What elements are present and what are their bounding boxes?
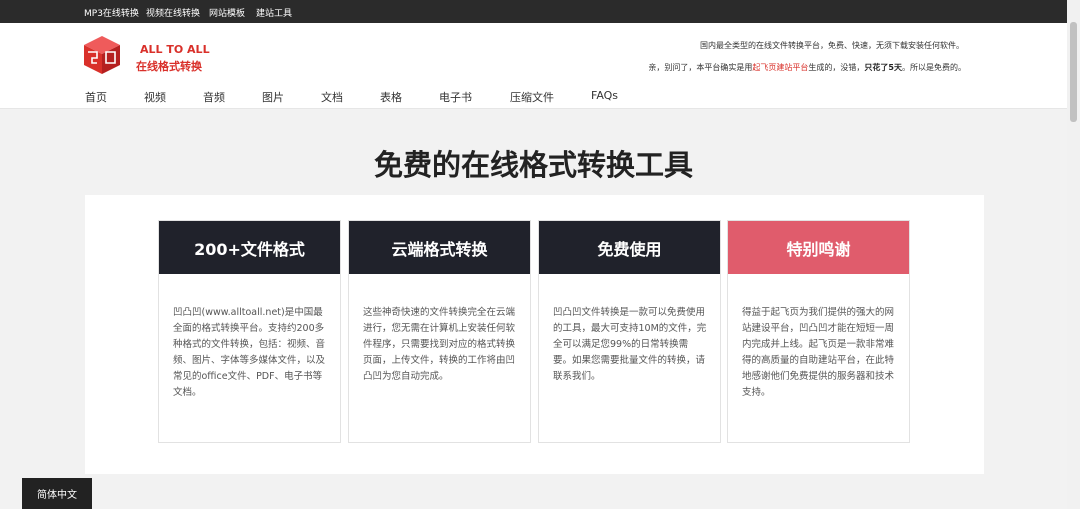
header-tagline: 国内最全类型的在线文件转换平台，免费、快速，无须下载安装任何软件。 [700,41,964,50]
nav-item-faqs[interactable]: FAQs [591,89,618,102]
qifeiye-link[interactable]: 起飞页建站平台 [752,63,808,72]
card-text: 凹凸凹(www.alltoall.net)是中国最全面的格式转换平台。支持约20… [173,307,326,398]
topbar-link-video[interactable]: 视频在线转换 [146,6,200,19]
page-title: 免费的在线格式转换工具 [373,148,693,182]
card-text: 凹凸凹文件转换是一款可以免费使用的工具，最大可支持10M的文件，完全可以满足您9… [553,307,707,382]
card-title: 200+文件格式 [159,221,340,274]
topbar-link-templates[interactable]: 网站模板 [209,6,245,19]
language-switch-button[interactable]: 简体中文 [22,478,92,509]
nav-item-spreadsheet[interactable]: 表格 [380,89,402,105]
feature-card-formats: 200+文件格式 凹凸凹(www.alltoall.net)是中国最全面的格式转… [158,220,341,443]
topbar-link-mp3[interactable]: MP3在线转换 [84,6,139,19]
note-text-bold: 只花了5天 [864,63,902,72]
nav-item-ebook[interactable]: 电子书 [439,89,472,105]
page-scrollbar[interactable] [1067,0,1080,509]
nav-item-image[interactable]: 图片 [262,89,284,105]
nav-item-home[interactable]: 首页 [85,89,107,105]
card-title: 特别鸣谢 [728,221,909,274]
site-header: ALL TO ALL 在线格式转换 国内最全类型的在线文件转换平台，免费、快速，… [0,23,1067,109]
scrollbar-thumb[interactable] [1070,22,1077,122]
header-note: 亲，别问了，本平台确实是用起飞页建站平台生成的，没错，只花了5天。所以是免费的。 [648,62,966,73]
top-bar: MP3在线转换 视频在线转换 网站模板 建站工具 [0,0,1067,23]
card-text: 这些神奇快速的文件转换完全在云端进行，您无需在计算机上安装任何软件程序，只需要找… [363,307,516,382]
logo-text-en: ALL TO ALL [140,43,210,56]
nav-item-archive[interactable]: 压缩文件 [510,89,554,105]
nav-item-video[interactable]: 视频 [144,89,166,105]
card-title: 免费使用 [539,221,720,274]
logo-cube-icon[interactable] [83,35,121,75]
logo-text-cn: 在线格式转换 [136,60,202,73]
feature-card-thanks: 特别鸣谢 得益于起飞页为我们提供的强大的网站建设平台，凹凸凹才能在短短一周内完成… [727,220,910,443]
feature-card-free: 免费使用 凹凸凹文件转换是一款可以免费使用的工具，最大可支持10M的文件，完全可… [538,220,721,443]
note-text-pre: 亲，别问了，本平台确实是用 [648,63,753,72]
card-title: 云端格式转换 [349,221,530,274]
note-text-mid: 生成的，没错， [808,63,865,72]
card-text: 得益于起飞页为我们提供的强大的网站建设平台，凹凸凹才能在短短一周内完成并上线。起… [742,307,895,398]
feature-card-cloud: 云端格式转换 这些神奇快速的文件转换完全在云端进行，您无需在计算机上安装任何软件… [348,220,531,443]
nav-item-audio[interactable]: 音频 [203,89,225,105]
topbar-link-tools[interactable]: 建站工具 [256,6,292,19]
nav-item-document[interactable]: 文档 [321,89,343,105]
note-text-post: 。所以是免费的。 [902,63,966,72]
